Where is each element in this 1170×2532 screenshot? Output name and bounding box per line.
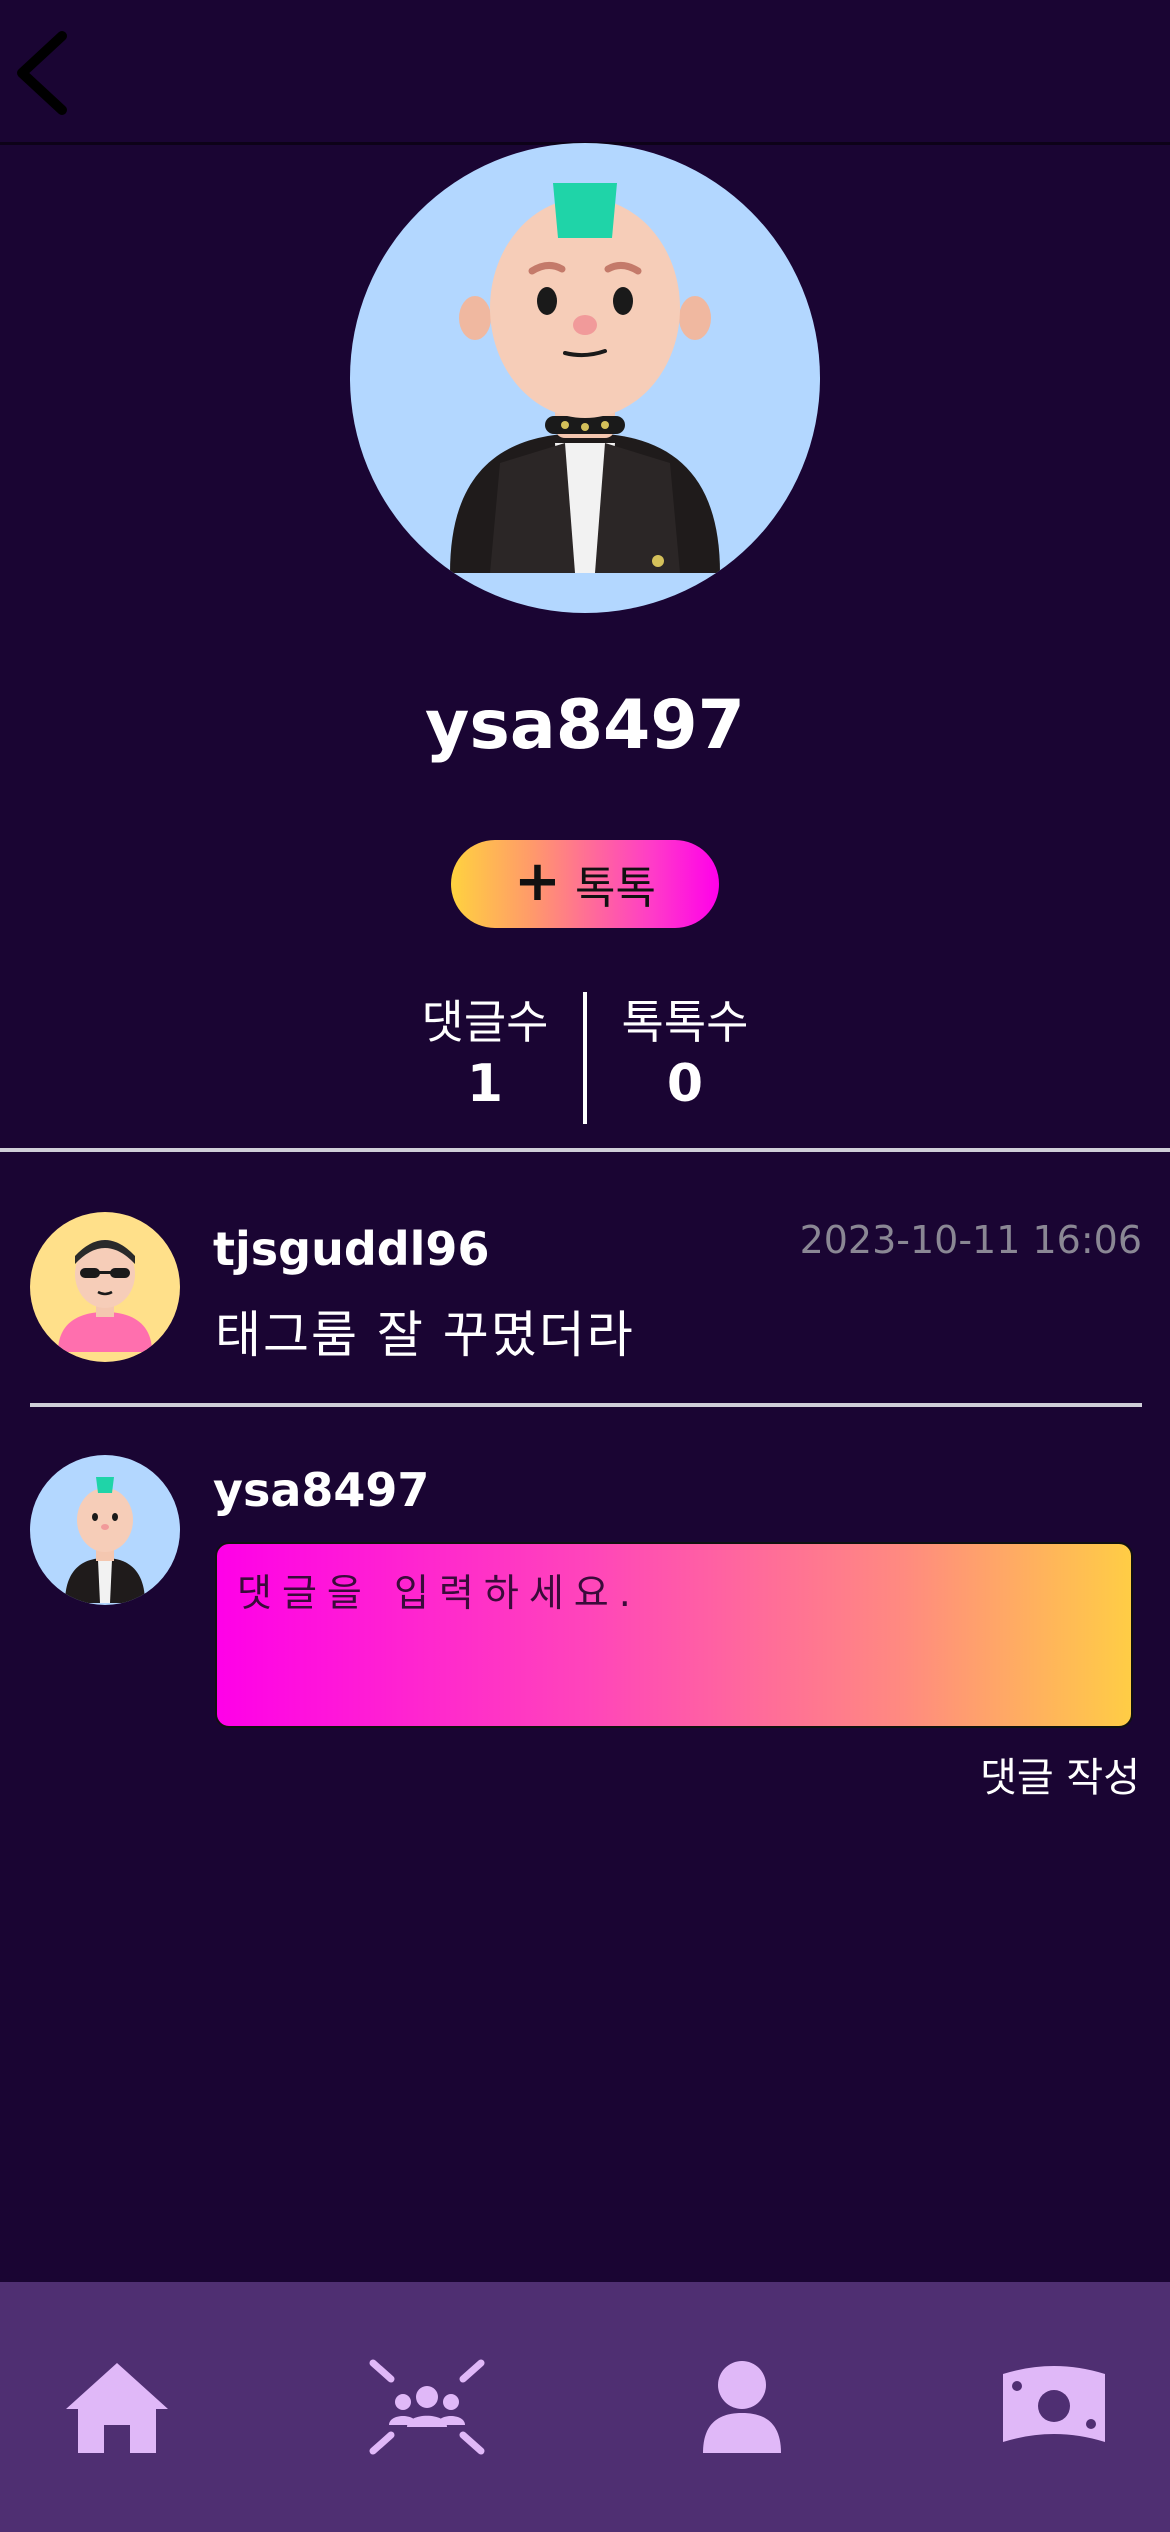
back-button[interactable] xyxy=(12,28,72,118)
comment-divider xyxy=(30,1403,1142,1407)
toktok-button[interactable]: + 톡톡 xyxy=(451,840,719,928)
comment-input[interactable] xyxy=(215,1542,1133,1728)
nav-money[interactable] xyxy=(954,2282,1154,2532)
top-bar xyxy=(0,0,1170,145)
compose-avatar xyxy=(30,1455,180,1605)
stat-label: 톡톡수 xyxy=(621,995,749,1049)
stat-label: 댓글수 xyxy=(421,995,549,1049)
section-divider xyxy=(0,1148,1170,1152)
nav-profile[interactable] xyxy=(642,2282,842,2532)
money-icon xyxy=(1003,2366,1105,2442)
bottom-nav xyxy=(0,2282,1170,2532)
profile-stats: 댓글수 1 톡톡수 0 xyxy=(0,990,1170,1125)
chevron-left-icon xyxy=(17,31,67,115)
nav-community[interactable] xyxy=(327,2282,527,2532)
profile-icon xyxy=(703,2361,781,2453)
profile-avatar xyxy=(350,143,820,613)
community-icon xyxy=(369,2359,485,2455)
comment-author[interactable]: tjsguddl96 xyxy=(213,1222,489,1276)
submit-comment-button[interactable]: 댓글 작성 xyxy=(980,1745,1140,1803)
compose-author: ysa8497 xyxy=(213,1463,430,1517)
comment-timestamp: 2023-10-11 16:06 xyxy=(799,1218,1142,1262)
commenter-avatar[interactable] xyxy=(30,1212,180,1362)
comment-text: 태그룸 잘 꾸몄더라 xyxy=(215,1306,635,1364)
profile-username: ysa8497 xyxy=(425,686,745,765)
nav-home[interactable] xyxy=(17,2282,217,2532)
stat-comments: 댓글수 1 xyxy=(385,990,585,1114)
home-icon xyxy=(66,2363,168,2453)
plus-icon: + xyxy=(514,849,561,914)
stat-value: 1 xyxy=(466,1054,504,1114)
stat-toktok: 톡톡수 0 xyxy=(585,990,785,1114)
stat-value: 0 xyxy=(666,1054,704,1114)
toktok-button-label: 톡톡 xyxy=(574,863,656,914)
